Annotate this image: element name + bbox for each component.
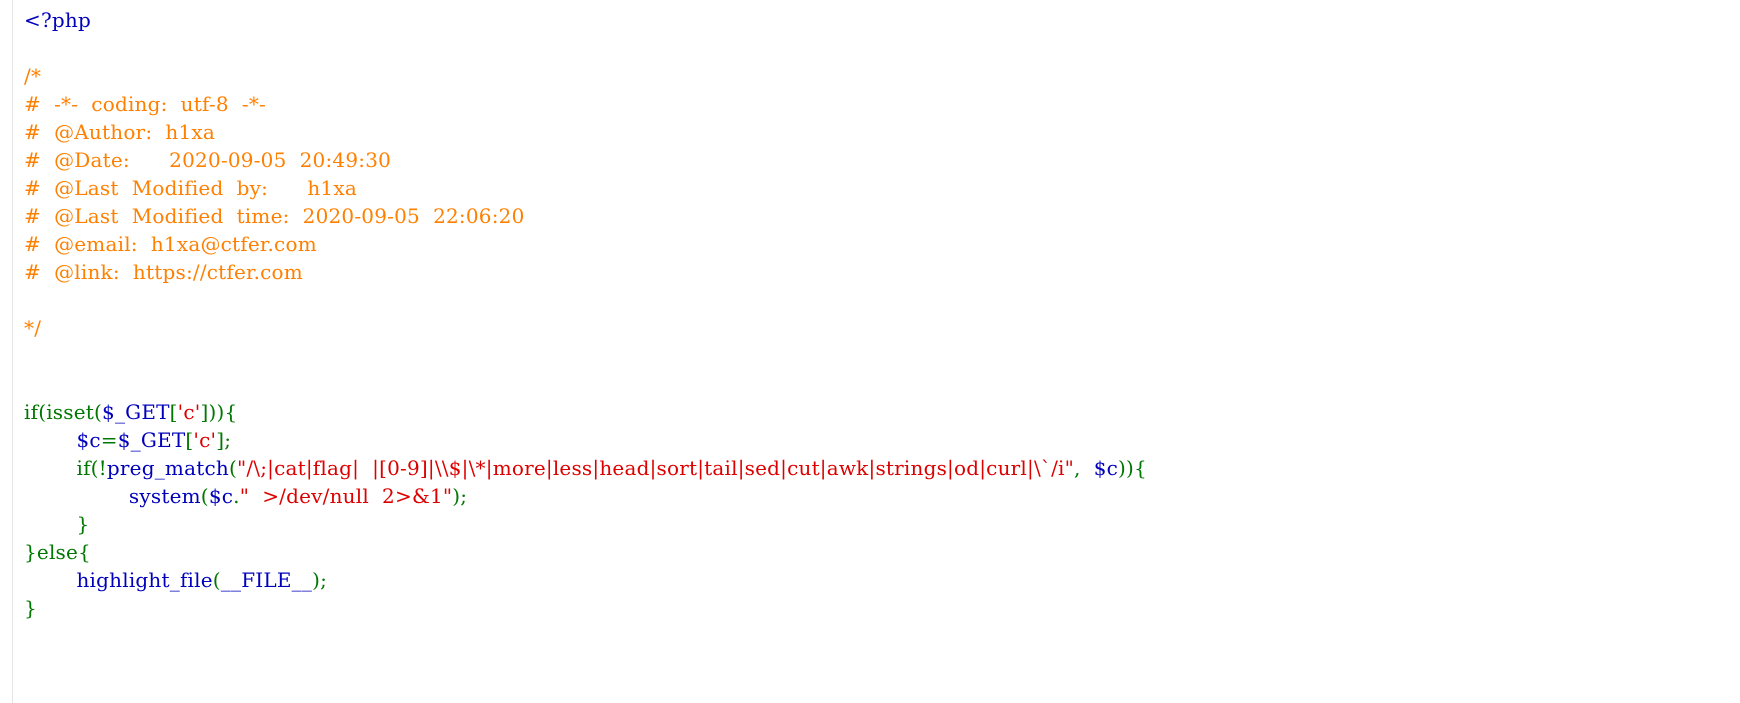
comment-modified-time: # @Last Modified time: 2020-09-05 22:06:… [24,204,525,228]
comment-link: # @link: https://ctfer.com [24,260,303,284]
inner-brace-close: } [24,512,90,536]
system-function: system [128,484,201,508]
comment-close: */ [24,316,42,340]
code-line-1: <?php [24,6,1147,34]
code-line-12: */ [24,314,1147,342]
redirect-string: " >/dev/null 2>&1" [239,484,453,508]
outer-brace-close: } [24,596,37,620]
assign-close: ]; [216,428,232,452]
comment-author: # @Author: h1xa [24,120,215,144]
code-line-19: } [24,510,1147,538]
system-close: ); [452,484,468,508]
bracket-open: [ [169,400,178,424]
c-variable: $c [208,484,234,508]
regex-pattern-string: "/\;|cat|flag| |[0-9]|\\$|\*|more|less|h… [236,456,1075,480]
preg-close: )){ [1118,456,1147,480]
paren-open: ( [228,456,237,480]
code-line-3: /* [24,62,1147,90]
assign-operator: = [100,428,118,452]
param-string: 'c' [193,428,217,452]
comma: , [1074,456,1094,480]
code-line-6: # @Date: 2020-09-05 20:49:30 [24,146,1147,174]
c-variable: $c [1093,456,1119,480]
php-open-tag: <?php [24,8,91,32]
code-line-20: }else{ [24,538,1147,566]
comment-email: # @email: h1xa@ctfer.com [24,232,317,256]
if-not-keyword: if(! [76,456,107,480]
code-line-15: if(isset($_GET['c'])){ [24,398,1147,426]
code-line-18: system($c." >/dev/null 2>&1"); [24,482,1147,510]
code-line-5: # @Author: h1xa [24,118,1147,146]
code-line-7: # @Last Modified by: h1xa [24,174,1147,202]
paren-open: ( [212,568,221,592]
comment-coding: # -*- coding: utf-8 -*- [24,92,267,116]
paren-open: ( [200,484,209,508]
comment-date: # @Date: 2020-09-05 20:49:30 [24,148,392,172]
comment-modified-by: # @Last Modified by: h1xa [24,176,357,200]
highlight-close: ); [312,568,328,592]
get-variable: $_GET [117,428,186,452]
code-line-22: } [24,594,1147,622]
code-line-10: # @link: https://ctfer.com [24,258,1147,286]
preg-match-function: preg_match [106,456,229,480]
code-line-9: # @email: h1xa@ctfer.com [24,230,1147,258]
code-line-16: $c=$_GET['c']; [24,426,1147,454]
code-line-17: if(!preg_match("/\;|cat|flag| |[0-9]|\\$… [24,454,1147,482]
file-constant: __FILE__ [220,568,313,592]
param-string: 'c' [177,400,201,424]
code-line-21: highlight_file(__FILE__); [24,566,1147,594]
if-isset-keyword: if(isset( [24,400,103,424]
if-close: ])){ [200,400,238,424]
else-keyword: }else{ [24,540,91,564]
page: <?php /* # -*- coding: utf-8 -*- # @Author… [0,0,1740,703]
comment-open: /* [24,64,42,88]
get-variable: $_GET [102,400,170,424]
code-line-4: # -*- coding: utf-8 -*- [24,90,1147,118]
php-source-code: <?php /* # -*- coding: utf-8 -*- # @Author… [24,6,1147,622]
highlight-file-function: highlight_file [76,568,213,592]
code-line-8: # @Last Modified time: 2020-09-05 22:06:… [24,202,1147,230]
c-variable: $c [76,428,101,452]
left-divider [12,0,13,703]
